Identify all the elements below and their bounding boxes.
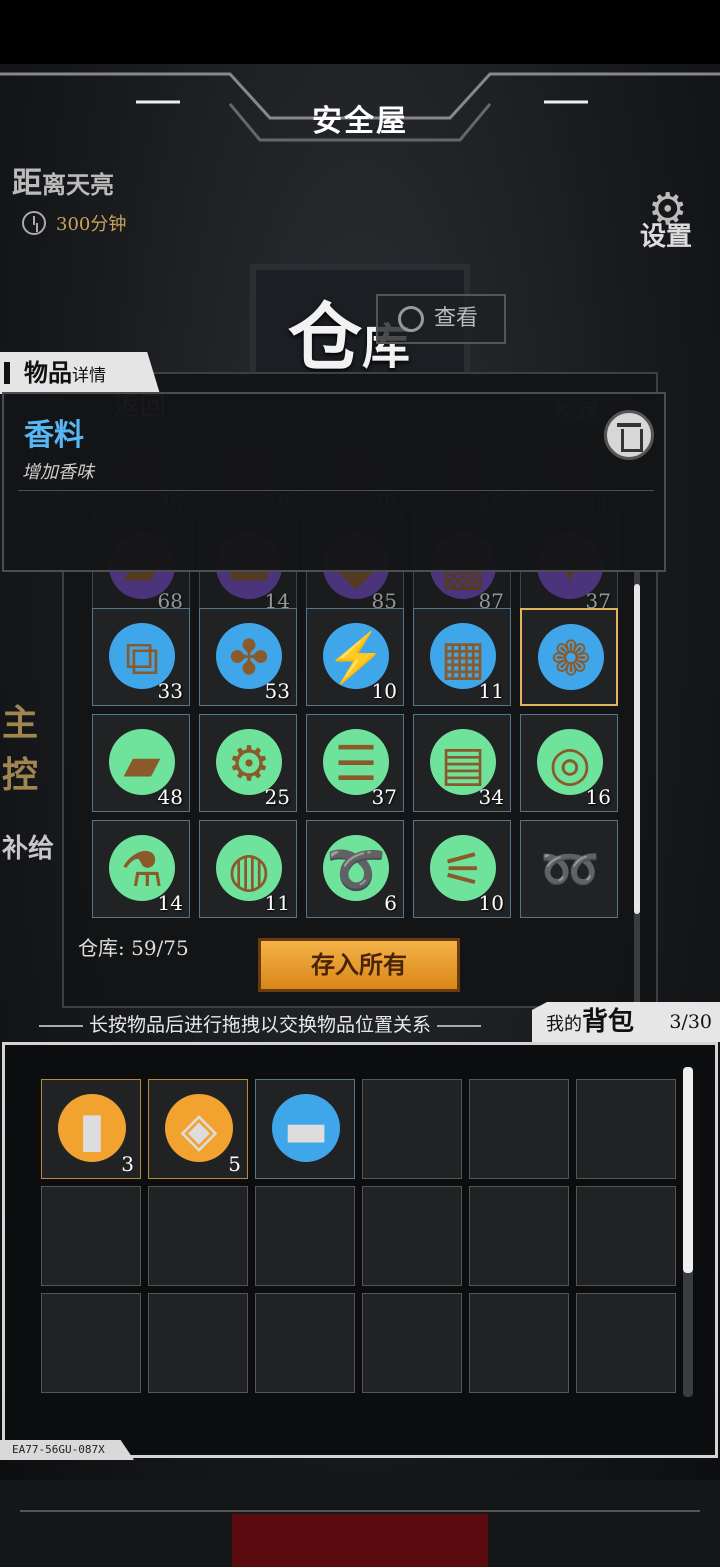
warehouse-capacity-label: 仓库: <box>78 936 125 960</box>
warehouse-title-big: 仓 <box>288 295 362 381</box>
warehouse-slot[interactable]: ⚡ 10 <box>306 608 404 706</box>
backpack-slot-empty[interactable] <box>469 1079 569 1179</box>
daylight-time: 300分钟 <box>56 214 127 235</box>
item-quantity: 25 <box>264 785 290 809</box>
daylight-timer: 距离天亮 300分钟 <box>12 158 126 236</box>
warehouse-slot[interactable]: ◍ 11 <box>199 820 297 918</box>
warehouse-slot[interactable]: ⚗ 14 <box>92 820 190 918</box>
hint-dash-right <box>437 1024 481 1027</box>
backpack-slot-empty[interactable] <box>576 1186 676 1286</box>
warehouse-slot[interactable]: ☰ 37 <box>306 714 404 812</box>
item-detail-panel: 香料 增加香味 <box>2 392 666 572</box>
backpack-scrollbar-thumb[interactable] <box>683 1067 693 1273</box>
backpack-slot-empty[interactable] <box>362 1186 462 1286</box>
warehouse-slot[interactable]: ✤ 53 <box>199 608 297 706</box>
warehouse-slot[interactable]: ▤ 34 <box>413 714 511 812</box>
backpack-tab-small: 我的 <box>546 1014 582 1035</box>
item-detail-tab-big: 物品 <box>24 358 72 387</box>
daylight-label: 距离天亮 <box>12 158 126 202</box>
main-control-button[interactable]: 主控 <box>2 694 60 798</box>
backpack-slot-empty[interactable] <box>41 1293 141 1393</box>
item-quantity: 14 <box>157 891 183 915</box>
backpack-slot-empty[interactable] <box>148 1293 248 1393</box>
serial-code: EA77-56GU-087X <box>0 1440 134 1460</box>
rope-icon: ➿ <box>540 842 600 898</box>
drag-hint-text: 长按物品后进行拖拽以交换物品位置关系 <box>88 1014 431 1036</box>
backpack-count: 3/30 <box>669 1011 712 1033</box>
bottom-nav-bar <box>0 1480 720 1567</box>
item-quantity: 3 <box>121 1152 134 1176</box>
settings-label: 设置 <box>640 222 693 252</box>
item-detail-tab-small: 详情 <box>72 366 106 386</box>
backpack-slot[interactable]: ◈ 5 <box>148 1079 248 1179</box>
view-button[interactable]: 查看 <box>376 294 506 344</box>
item-quantity: 33 <box>157 679 183 703</box>
item-quantity: 6 <box>384 891 397 915</box>
spices-icon: ❁ <box>550 631 592 687</box>
warehouse-slot[interactable]: ⚟ 10 <box>413 820 511 918</box>
warehouse-slot[interactable]: ▦ 11 <box>413 608 511 706</box>
item-description: 增加香味 <box>22 462 94 483</box>
backpack-slot[interactable]: ▮ 3 <box>41 1079 141 1179</box>
item-quantity: 11 <box>478 679 504 703</box>
warehouse-slot[interactable]: ◎ 16 <box>520 714 618 812</box>
drag-hint: 长按物品后进行拖拽以交换物品位置关系 <box>0 1010 520 1037</box>
item-quantity: 48 <box>157 785 183 809</box>
trash-icon[interactable] <box>604 410 654 460</box>
daylight-label-rest: 离天亮 <box>42 170 114 199</box>
item-quantity: 5 <box>228 1152 241 1176</box>
item-name: 香料 <box>24 418 84 453</box>
warehouse-slot[interactable]: ⧉ 33 <box>92 608 190 706</box>
item-quantity: 16 <box>585 785 611 809</box>
bottom-divider <box>20 1510 700 1512</box>
item-detail-tab: 物品详情 <box>0 352 160 394</box>
warehouse-scrollbar-thumb[interactable] <box>634 584 640 914</box>
top-bar: 安全屋 <box>0 64 720 154</box>
backpack-scrollbar[interactable] <box>683 1067 693 1397</box>
backpack-slot-empty[interactable] <box>148 1186 248 1286</box>
bottom-red-panel <box>232 1514 488 1567</box>
item-quantity: 37 <box>371 785 397 809</box>
item-quantity: 11 <box>264 891 290 915</box>
backpack-slot-empty[interactable] <box>41 1186 141 1286</box>
hint-dash-left <box>38 1024 83 1027</box>
clock-icon <box>22 211 46 235</box>
item-quantity: 53 <box>264 679 290 703</box>
backpack-slot[interactable]: ▬ <box>255 1079 355 1179</box>
daylight-time-row: 300分钟 <box>22 210 126 236</box>
item-quantity: 10 <box>371 679 397 703</box>
warehouse-slot[interactable]: ▰ 48 <box>92 714 190 812</box>
backpack-slot-empty[interactable] <box>362 1293 462 1393</box>
deposit-all-button[interactable]: 存入所有 <box>258 938 460 992</box>
item-quantity: 34 <box>478 785 504 809</box>
supply-button[interactable]: 补给 <box>2 828 54 865</box>
backpack-slot-empty[interactable] <box>255 1186 355 1286</box>
warehouse-slot[interactable]: ➰ 6 <box>306 820 404 918</box>
item-quantity: 10 <box>478 891 504 915</box>
page-title: 安全屋 <box>312 104 408 139</box>
magnifier-icon <box>398 306 424 332</box>
warehouse-slot[interactable]: ⚙ 25 <box>199 714 297 812</box>
daylight-label-big: 距 <box>12 166 42 201</box>
backpack-panel: ▮ 3 ◈ 5 ▬ <box>2 1042 718 1458</box>
backpack-tab[interactable]: 我的背包 3/30 <box>532 1002 720 1042</box>
backpack-slot-empty[interactable] <box>255 1293 355 1393</box>
metal-pipe-icon: ▬ <box>283 1102 329 1158</box>
backpack-slot-empty[interactable] <box>362 1079 462 1179</box>
backpack-slot-empty[interactable] <box>469 1186 569 1286</box>
warehouse-capacity: 仓库: 59/75 <box>78 932 189 961</box>
settings-button[interactable]: ⚙ 设置 <box>638 188 712 254</box>
backpack-slot-empty[interactable] <box>576 1079 676 1179</box>
warehouse-capacity-value: 59/75 <box>131 936 189 960</box>
detail-divider <box>18 490 654 491</box>
backpack-tab-big: 背包 <box>582 1007 635 1037</box>
view-button-label: 查看 <box>434 306 479 331</box>
warehouse-slot[interactable]: ➿ <box>520 820 618 918</box>
backpack-slot-empty[interactable] <box>576 1293 676 1393</box>
backpack-slot-empty[interactable] <box>469 1293 569 1393</box>
warehouse-slot[interactable]: ❁ <box>520 608 618 706</box>
